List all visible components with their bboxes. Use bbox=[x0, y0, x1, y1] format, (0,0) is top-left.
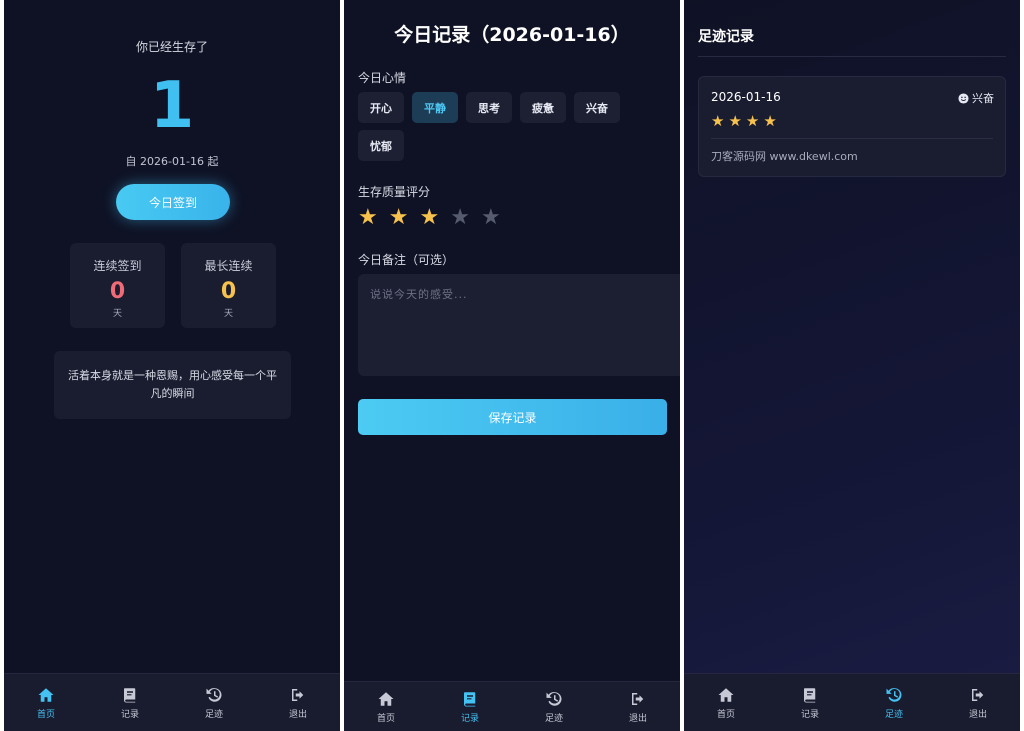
star-icon: ★ bbox=[745, 112, 760, 130]
nav-label: 足迹 bbox=[204, 709, 223, 720]
book-icon bbox=[124, 687, 136, 702]
logout-icon bbox=[632, 692, 644, 705]
nav-item-home[interactable]: 首页 bbox=[4, 674, 88, 731]
streak-value: 0 bbox=[109, 279, 126, 304]
nav-label: 首页 bbox=[716, 709, 735, 720]
nav-item-record[interactable]: 记录 bbox=[428, 682, 512, 731]
nav-item-footprints[interactable]: 足迹 bbox=[852, 674, 936, 731]
nav-label: 首页 bbox=[36, 709, 55, 720]
mood-option-tired[interactable]: 疲惫 bbox=[520, 92, 566, 123]
divider bbox=[711, 138, 993, 139]
nav-item-home[interactable]: 首页 bbox=[684, 674, 768, 731]
nav-item-record[interactable]: 记录 bbox=[88, 674, 172, 731]
bottom-nav: 首页 记录 足迹 退出 bbox=[344, 681, 680, 731]
nav-item-logout[interactable]: 退出 bbox=[256, 674, 340, 731]
record-screen: 今日记录（2026-01-16） 今日心情 开心 平静 思考 疲惫 兴奋 忧郁 … bbox=[344, 0, 680, 731]
bottom-nav: 首页 记录 足迹 退出 bbox=[684, 673, 1020, 731]
streak-card: 连续签到 0 天 bbox=[70, 243, 165, 328]
nav-item-footprints[interactable]: 足迹 bbox=[172, 674, 256, 731]
streak-label: 连续签到 bbox=[93, 259, 142, 273]
survival-subtitle: 你已经生存了 bbox=[135, 40, 208, 54]
logout-icon bbox=[292, 688, 304, 701]
quote-card: 活着本身就是一种恩赐，用心感受每一个平凡的瞬间 bbox=[54, 351, 291, 419]
nav-item-home[interactable]: 首页 bbox=[344, 682, 428, 731]
nav-label: 退出 bbox=[968, 709, 987, 720]
footprints-title: 足迹记录 bbox=[698, 29, 754, 45]
history-icon bbox=[886, 687, 902, 702]
nav-item-record[interactable]: 记录 bbox=[768, 674, 852, 731]
star-icon[interactable]: ★ bbox=[481, 207, 501, 229]
book-icon bbox=[464, 691, 476, 706]
nav-label: 记录 bbox=[460, 713, 479, 724]
survival-days-count: 1 bbox=[149, 69, 195, 143]
home-screen: 你已经生存了 1 自 2026-01-16 起 今日签到 连续签到 0 天 最长… bbox=[4, 0, 340, 731]
nav-item-logout[interactable]: 退出 bbox=[936, 674, 1020, 731]
star-icon[interactable]: ★ bbox=[389, 207, 409, 229]
since-date: 自 2026-01-16 起 bbox=[125, 155, 219, 168]
nav-label: 足迹 bbox=[884, 709, 903, 720]
mood-option-excited[interactable]: 兴奋 bbox=[574, 92, 620, 123]
book-icon bbox=[804, 687, 816, 702]
longest-streak-unit: 天 bbox=[223, 309, 233, 319]
divider bbox=[698, 56, 1006, 57]
footprint-entry-card[interactable]: 2026-01-16 兴奋 ★ ★ ★ ★ 刀客源码网 www.dkewl.co… bbox=[698, 76, 1006, 177]
star-icon: ★ bbox=[711, 112, 725, 130]
nav-label: 退出 bbox=[288, 709, 307, 720]
entry-rating-stars: ★ ★ ★ ★ bbox=[711, 114, 781, 129]
footprints-screen: 足迹记录 2026-01-16 兴奋 ★ ★ ★ ★ 刀客源码网 www.dke… bbox=[684, 0, 1020, 731]
nav-label: 足迹 bbox=[544, 713, 563, 724]
longest-streak-label: 最长连续 bbox=[204, 259, 253, 273]
star-icon: ★ bbox=[763, 112, 777, 130]
save-record-button[interactable]: 保存记录 bbox=[358, 399, 667, 435]
logout-icon bbox=[972, 688, 984, 701]
nav-label: 退出 bbox=[628, 713, 647, 724]
nav-label: 记录 bbox=[120, 709, 139, 720]
nav-item-footprints[interactable]: 足迹 bbox=[512, 682, 596, 731]
nav-label: 记录 bbox=[800, 709, 819, 720]
home-icon bbox=[38, 687, 54, 702]
home-icon bbox=[718, 687, 734, 702]
star-icon: ★ bbox=[728, 112, 742, 130]
entry-date: 2026-01-16 bbox=[711, 90, 781, 104]
nav-label: 首页 bbox=[376, 713, 395, 724]
star-icon[interactable]: ★ bbox=[358, 207, 378, 229]
history-icon bbox=[546, 691, 562, 706]
note-label: 今日备注（可选） bbox=[358, 253, 455, 267]
star-icon[interactable]: ★ bbox=[419, 207, 439, 229]
history-icon bbox=[206, 687, 222, 702]
entry-mood-label: 兴奋 bbox=[972, 92, 994, 105]
longest-streak-card: 最长连续 0 天 bbox=[181, 243, 276, 328]
home-icon bbox=[378, 691, 394, 706]
mood-option-melancholy[interactable]: 忧郁 bbox=[358, 130, 404, 161]
entry-mood: 兴奋 bbox=[958, 90, 994, 106]
checkin-button[interactable]: 今日签到 bbox=[116, 184, 230, 220]
smile-icon bbox=[958, 92, 969, 104]
entry-note: 刀客源码网 www.dkewl.com bbox=[711, 150, 858, 163]
mood-label: 今日心情 bbox=[358, 71, 407, 85]
mood-option-thinking[interactable]: 思考 bbox=[466, 92, 512, 123]
longest-streak-value: 0 bbox=[220, 279, 237, 304]
mood-option-calm[interactable]: 平静 bbox=[412, 92, 458, 123]
note-textarea[interactable] bbox=[358, 274, 680, 376]
mood-option-happy[interactable]: 开心 bbox=[358, 92, 404, 123]
nav-item-logout[interactable]: 退出 bbox=[596, 682, 680, 731]
rating-stars: ★ ★ ★ ★ ★ bbox=[358, 207, 512, 229]
star-icon[interactable]: ★ bbox=[450, 207, 470, 229]
quality-label: 生存质量评分 bbox=[358, 185, 431, 199]
bottom-nav: 首页 记录 足迹 退出 bbox=[4, 673, 340, 731]
streak-unit: 天 bbox=[112, 309, 122, 319]
record-title: 今日记录（2026-01-16） bbox=[394, 24, 630, 46]
